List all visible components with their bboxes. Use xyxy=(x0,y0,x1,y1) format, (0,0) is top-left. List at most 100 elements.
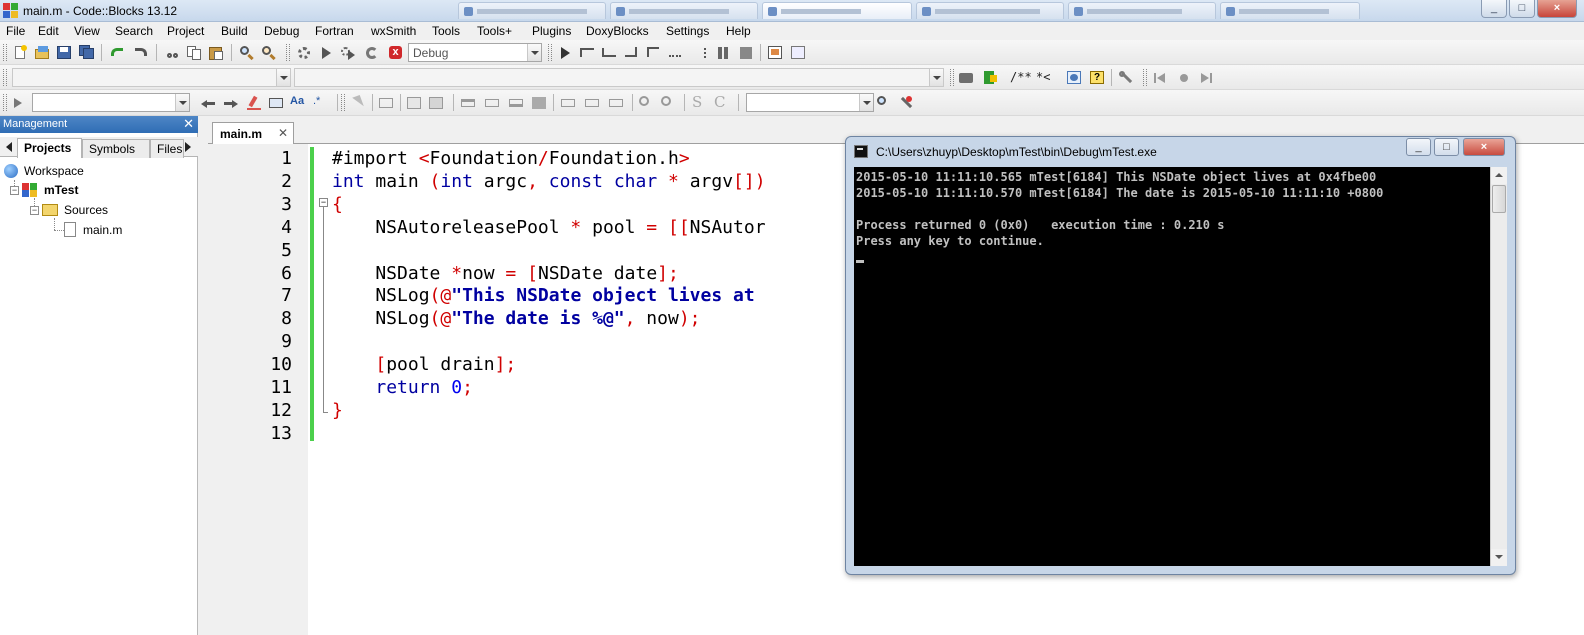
doxy-run-html-icon[interactable] xyxy=(1066,70,1082,85)
doxy-block-comment-button[interactable]: /** xyxy=(1010,70,1032,84)
console-close-button[interactable]: × xyxy=(1463,138,1505,156)
tab-projects[interactable]: Projects xyxy=(17,138,82,158)
tree-item-sources[interactable]: Sources xyxy=(42,201,192,219)
menu-debug[interactable]: Debug xyxy=(264,24,299,38)
background-tab[interactable] xyxy=(916,2,1064,19)
highlight-icon[interactable] xyxy=(246,95,262,110)
code-line[interactable]: return 0; xyxy=(332,377,473,400)
menu-doxyblocks[interactable]: DoxyBlocks xyxy=(586,24,649,38)
undo-icon[interactable] xyxy=(109,45,125,60)
wx-align-bottom-icon[interactable] xyxy=(508,95,524,110)
toolbar-grip[interactable] xyxy=(548,44,552,61)
wx-resource-select[interactable] xyxy=(746,93,874,112)
menu-fortran[interactable]: Fortran xyxy=(315,24,354,38)
find-icon[interactable] xyxy=(239,45,255,61)
close-button[interactable]: × xyxy=(1537,0,1577,18)
wx-bitmap-icon[interactable] xyxy=(406,95,422,110)
previous-bookmark-icon[interactable] xyxy=(1152,70,1168,85)
next-instruction-icon[interactable] xyxy=(667,45,683,60)
toolbar-grip[interactable] xyxy=(3,94,7,111)
minimize-button[interactable]: _ xyxy=(1481,0,1507,18)
tools-wrench-icon[interactable] xyxy=(898,95,914,110)
tab-symbols[interactable]: Symbols xyxy=(82,139,150,158)
tab-scroll-left-icon[interactable] xyxy=(6,142,12,152)
menu-plugins[interactable]: Plugins xyxy=(532,24,571,38)
code-line[interactable]: } xyxy=(332,400,343,423)
wx-align-center-icon[interactable] xyxy=(484,95,500,110)
find-in-files-icon[interactable] xyxy=(876,95,892,110)
wx-static-box-icon[interactable] xyxy=(428,95,444,110)
step-out-icon[interactable] xyxy=(645,45,661,60)
menu-search[interactable]: Search xyxy=(115,24,153,38)
wx-class-icon[interactable]: C xyxy=(714,95,730,110)
zoom-in-icon[interactable] xyxy=(638,95,654,110)
menu-edit[interactable]: Edit xyxy=(38,24,59,38)
menu-build[interactable]: Build xyxy=(221,24,248,38)
search-next-icon[interactable] xyxy=(223,95,239,110)
background-tab[interactable] xyxy=(1068,2,1216,19)
wx-border-right-icon[interactable] xyxy=(584,95,600,110)
open-folder-icon[interactable] xyxy=(34,45,50,60)
rebuild-icon[interactable] xyxy=(364,45,380,60)
tab-scroll-right-icon[interactable] xyxy=(185,142,191,152)
scroll-down-icon[interactable] xyxy=(1491,549,1507,566)
scroll-thumb[interactable] xyxy=(1492,185,1506,213)
doxyblocks-wizard-icon[interactable] xyxy=(958,70,974,85)
scroll-up-icon[interactable] xyxy=(1491,167,1507,184)
next-line-icon[interactable] xyxy=(601,45,617,60)
fold-collapse-icon[interactable]: − xyxy=(319,198,328,207)
wx-expand-icon[interactable] xyxy=(531,95,547,110)
function-select[interactable] xyxy=(294,68,944,87)
tree-item-project[interactable]: mTest xyxy=(22,181,192,199)
abort-icon[interactable]: x xyxy=(387,45,403,60)
code-line[interactable]: { xyxy=(332,194,343,217)
menu-project[interactable]: Project xyxy=(167,24,204,38)
match-case-icon[interactable]: Aa xyxy=(290,95,306,110)
code-line[interactable]: #import <Foundation/Foundation.h> xyxy=(332,148,690,171)
tree-item-main-m[interactable]: main.m xyxy=(64,221,194,239)
run-icon[interactable] xyxy=(318,45,334,60)
editor-tab-main-m[interactable]: main.m ✕ xyxy=(212,122,294,145)
incremental-search-icon[interactable] xyxy=(12,95,28,110)
run-to-cursor-icon[interactable] xyxy=(579,45,595,60)
toolbar-grip[interactable] xyxy=(1143,69,1147,86)
console-output[interactable]: 2015-05-10 11:11:10.565 mTest[6184] This… xyxy=(854,167,1507,566)
wx-border-left-icon[interactable] xyxy=(560,95,576,110)
select-pointer-icon[interactable] xyxy=(350,94,366,110)
toggle-bookmark-icon[interactable] xyxy=(1176,70,1192,85)
code-line[interactable]: NSLog(@"The date is %@", now); xyxy=(332,308,700,331)
background-tab[interactable] xyxy=(1220,2,1360,19)
code-line[interactable]: NSAutoreleasePool * pool = [[NSAutor xyxy=(332,217,765,240)
background-tab[interactable] xyxy=(458,2,606,19)
wx-panel-icon[interactable] xyxy=(378,95,394,110)
zoom-out-icon[interactable] xyxy=(660,95,676,110)
doxy-line-comment-button[interactable]: *< xyxy=(1036,70,1050,84)
code-line[interactable]: NSDate *now = [NSDate date]; xyxy=(332,263,679,286)
menu-tools-plus[interactable]: Tools+ xyxy=(477,24,512,38)
code-line[interactable]: [pool drain]; xyxy=(332,354,516,377)
save-all-icon[interactable] xyxy=(79,45,95,60)
console-maximize-button[interactable]: □ xyxy=(1434,138,1459,156)
toolbar-grip[interactable] xyxy=(3,69,7,86)
wx-source-icon[interactable]: S xyxy=(692,95,708,110)
replace-icon[interactable] xyxy=(261,45,277,61)
step-instruction-icon[interactable] xyxy=(693,45,709,60)
paste-icon[interactable] xyxy=(208,45,224,60)
build-and-run-icon[interactable] xyxy=(340,45,356,60)
debug-continue-icon[interactable] xyxy=(557,45,573,60)
menu-tools[interactable]: Tools xyxy=(432,24,460,38)
debug-windows-icon[interactable] xyxy=(767,45,783,60)
menu-wxsmith[interactable]: wxSmith xyxy=(371,24,416,38)
step-into-icon[interactable] xyxy=(623,45,639,60)
stop-debugger-icon[interactable] xyxy=(738,45,754,60)
background-tab[interactable] xyxy=(610,2,758,19)
save-icon[interactable] xyxy=(56,45,72,60)
redo-icon[interactable] xyxy=(133,45,149,60)
regex-icon[interactable]: .* xyxy=(313,95,329,110)
console-scrollbar[interactable] xyxy=(1490,167,1507,566)
console-minimize-button[interactable]: _ xyxy=(1406,138,1431,156)
collapse-icon[interactable]: − xyxy=(30,206,39,215)
close-icon[interactable]: ✕ xyxy=(278,126,288,140)
new-file-icon[interactable] xyxy=(12,45,28,60)
code-line[interactable]: NSLog(@"This NSDate object lives at xyxy=(332,285,754,308)
